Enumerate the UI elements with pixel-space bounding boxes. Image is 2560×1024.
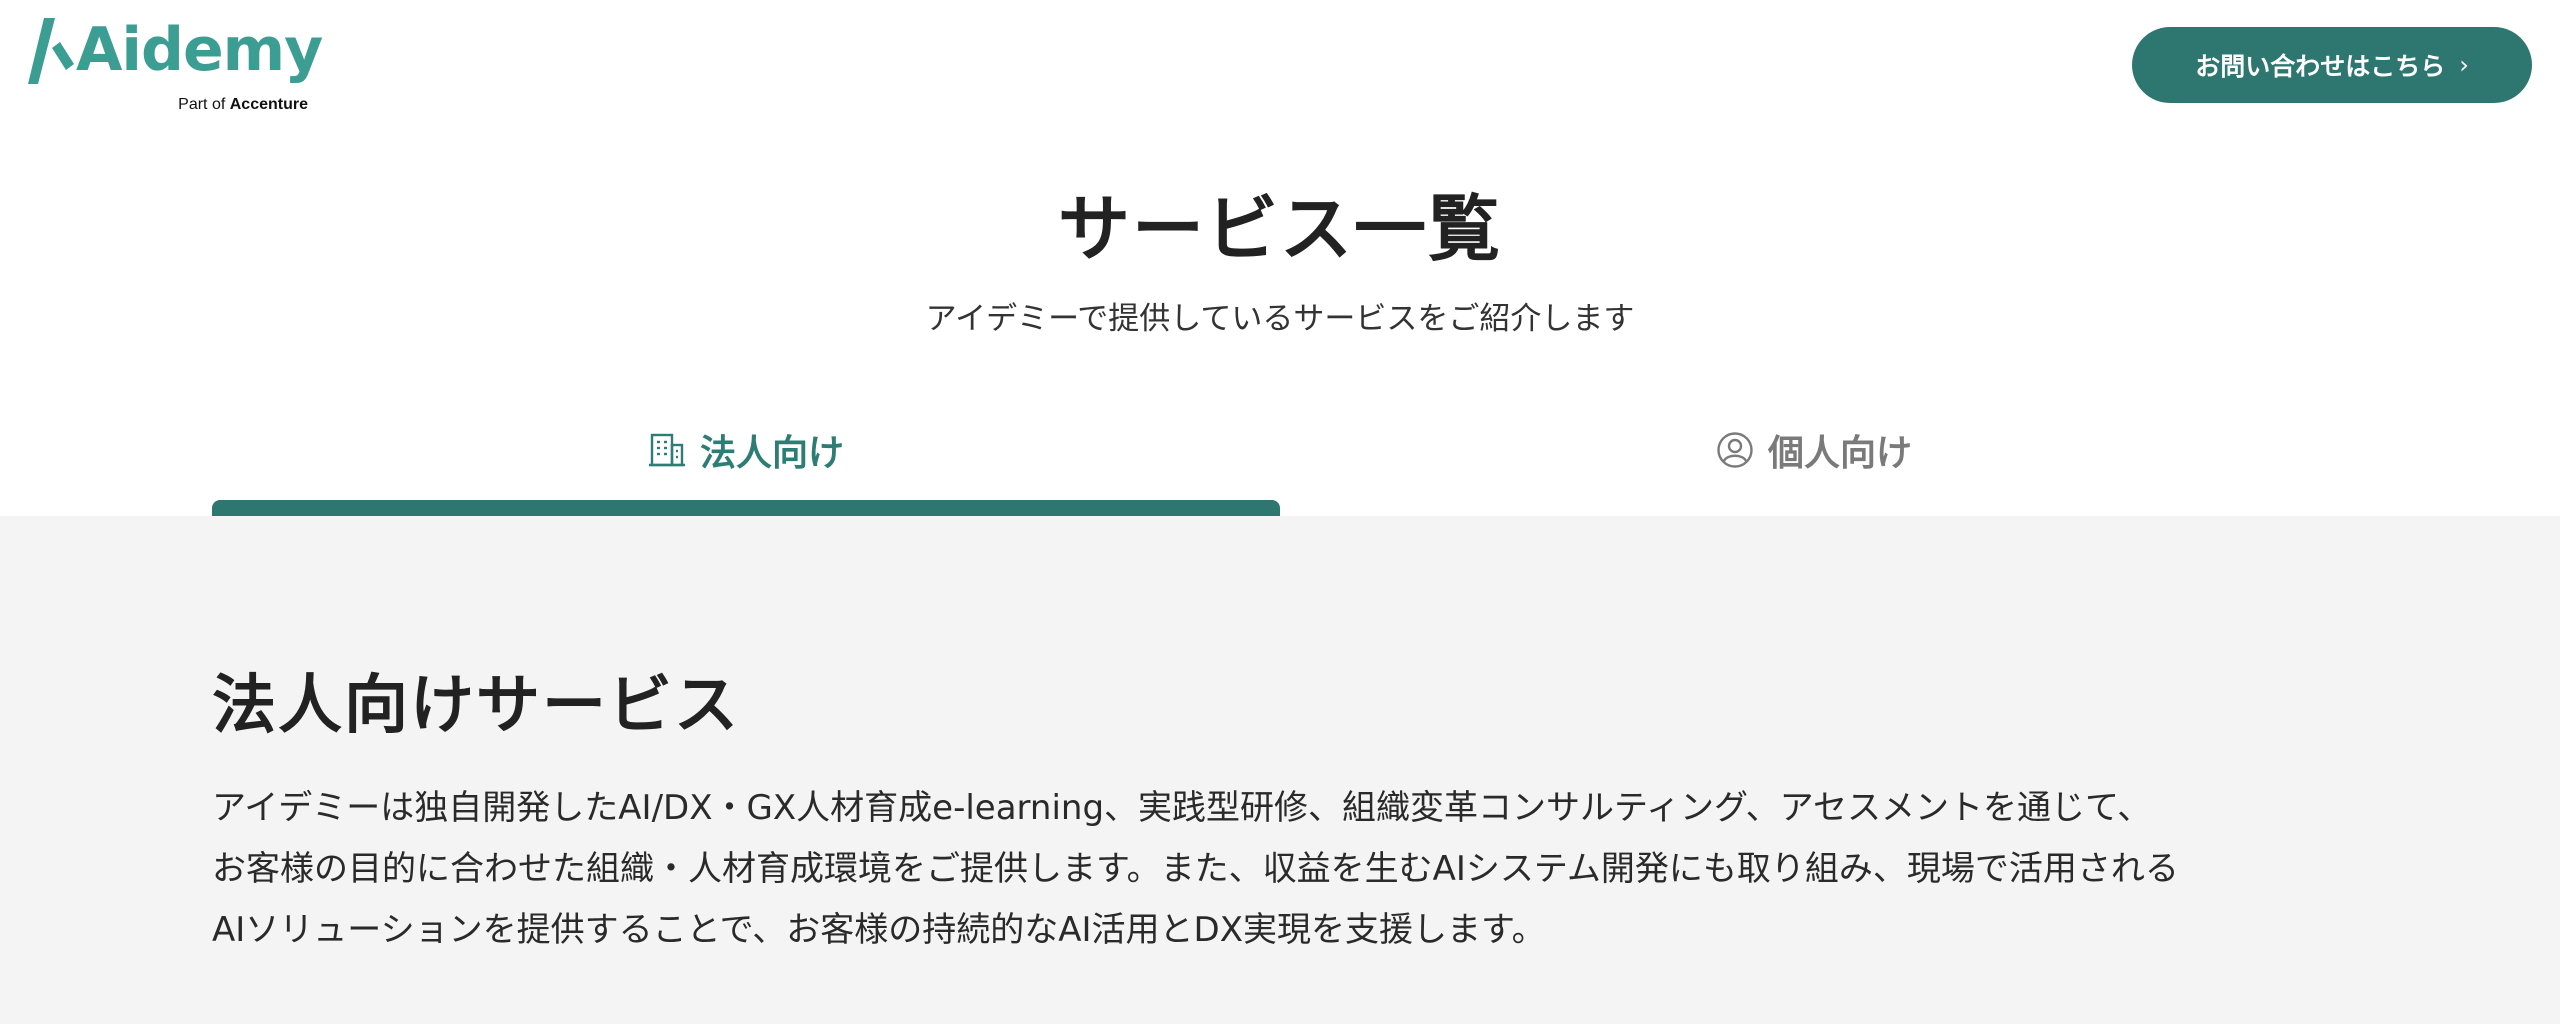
tab-individual[interactable]: 個人向け [1280, 400, 2348, 500]
logo-tagline: Part of Accenture [178, 96, 308, 114]
service-tabs: 法人向け 個人向け [212, 400, 2348, 516]
page: Aidemy Part of Accenture お問い合わせはこちら › サー… [0, 0, 2560, 1024]
page-title: サービス一覧 [1057, 187, 1502, 271]
description-line: お客様の目的に合わせた組織・人材育成環境をご提供します。また、収益を生むAIシス… [212, 849, 2179, 889]
active-tab-indicator [212, 500, 1280, 516]
page-subtitle: アイデミーで提供しているサービスをご紹介します [925, 301, 1635, 337]
section-title: 法人向けサービス [212, 669, 740, 743]
logo-mark-icon [28, 18, 74, 84]
building-icon [648, 431, 686, 469]
description-line: アイデミーは独自開発したAI/DX・GX人材育成e-learning、実践型研修… [212, 788, 2152, 828]
description-line: AIソリューションを提供することで、お客様の持続的なAI活用とDX実現を支援しま… [212, 910, 1546, 950]
logo-tagline-prefix: Part of [178, 96, 226, 113]
site-header: Aidemy Part of Accenture お問い合わせはこちら › [0, 0, 2560, 130]
tab-corporate[interactable]: 法人向け [212, 400, 1280, 500]
section-description: アイデミーは独自開発したAI/DX・GX人材育成e-learning、実践型研修… [212, 778, 2412, 961]
chevron-right-icon: › [2459, 51, 2469, 79]
tab-corporate-label: 法人向け [699, 433, 844, 474]
contact-button-label: お問い合わせはこちら [2195, 52, 2446, 81]
user-circle-icon [1716, 431, 1754, 469]
tab-individual-label: 個人向け [1767, 433, 1912, 474]
logo-tagline-brand: Accenture [229, 96, 308, 113]
corporate-services-section: 法人向けサービス アイデミーは独自開発したAI/DX・GX人材育成e-learn… [0, 516, 2560, 1024]
logo-wordmark: Aidemy [76, 15, 323, 85]
aidemy-logo[interactable]: Aidemy Part of Accenture [28, 14, 323, 118]
contact-button[interactable]: お問い合わせはこちら › [2132, 27, 2532, 103]
